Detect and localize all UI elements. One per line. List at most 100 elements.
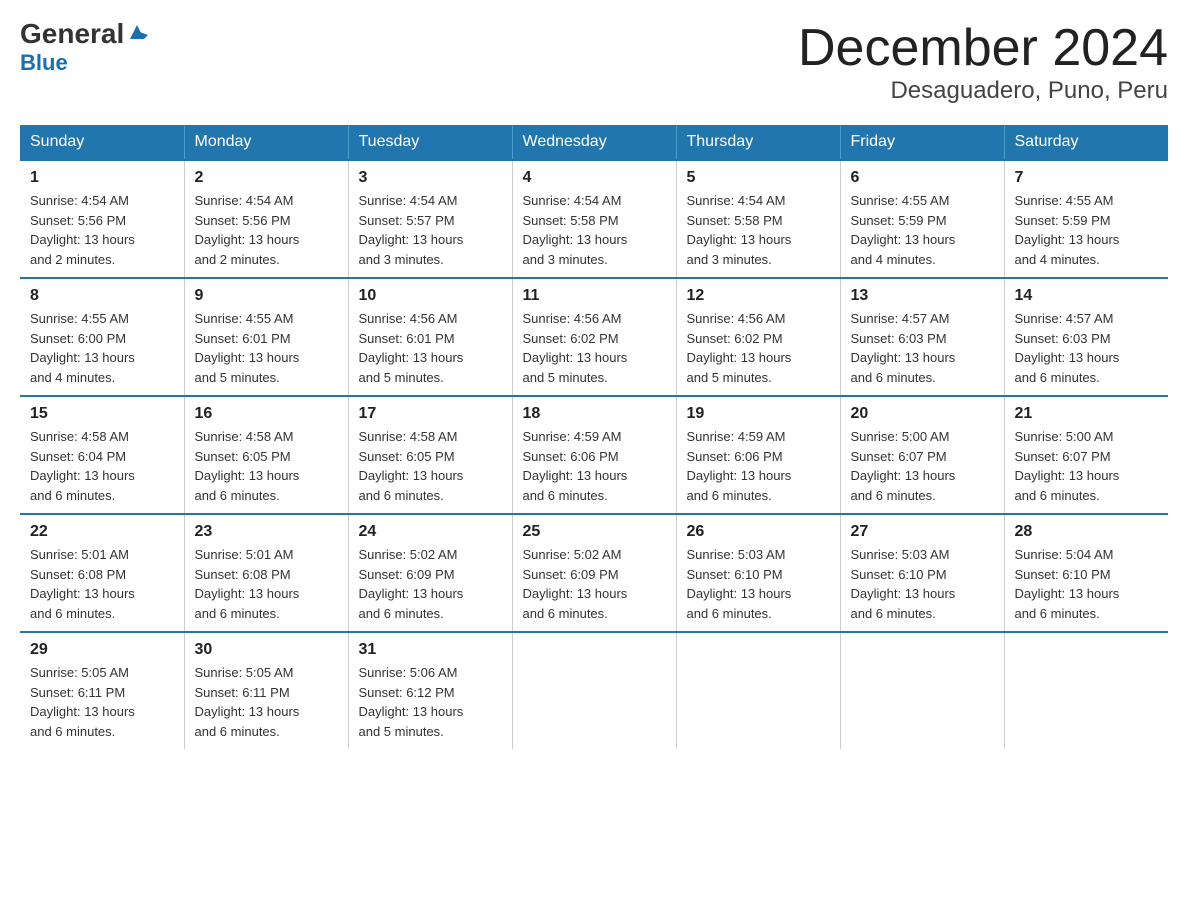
day-info: Sunrise: 4:54 AM Sunset: 5:58 PM Dayligh…	[687, 191, 830, 269]
day-number: 6	[851, 169, 994, 187]
calendar-cell: 28 Sunrise: 5:04 AM Sunset: 6:10 PM Dayl…	[1004, 514, 1168, 632]
day-number: 4	[523, 169, 666, 187]
logo-name: General	[20, 20, 124, 48]
calendar-cell: 14 Sunrise: 4:57 AM Sunset: 6:03 PM Dayl…	[1004, 278, 1168, 396]
day-number: 5	[687, 169, 830, 187]
day-number: 3	[359, 169, 502, 187]
day-info: Sunrise: 5:02 AM Sunset: 6:09 PM Dayligh…	[359, 545, 502, 623]
calendar-cell: 29 Sunrise: 5:05 AM Sunset: 6:11 PM Dayl…	[20, 632, 184, 749]
day-number: 31	[359, 641, 502, 659]
calendar-cell: 25 Sunrise: 5:02 AM Sunset: 6:09 PM Dayl…	[512, 514, 676, 632]
day-info: Sunrise: 4:55 AM Sunset: 5:59 PM Dayligh…	[851, 191, 994, 269]
day-info: Sunrise: 4:58 AM Sunset: 6:05 PM Dayligh…	[359, 427, 502, 505]
day-info: Sunrise: 5:00 AM Sunset: 6:07 PM Dayligh…	[1015, 427, 1159, 505]
day-number: 22	[30, 523, 174, 541]
calendar-cell: 24 Sunrise: 5:02 AM Sunset: 6:09 PM Dayl…	[348, 514, 512, 632]
day-number: 13	[851, 287, 994, 305]
calendar-cell: 12 Sunrise: 4:56 AM Sunset: 6:02 PM Dayl…	[676, 278, 840, 396]
day-info: Sunrise: 4:56 AM Sunset: 6:01 PM Dayligh…	[359, 309, 502, 387]
day-info: Sunrise: 4:55 AM Sunset: 6:00 PM Dayligh…	[30, 309, 174, 387]
calendar-cell: 27 Sunrise: 5:03 AM Sunset: 6:10 PM Dayl…	[840, 514, 1004, 632]
day-info: Sunrise: 4:54 AM Sunset: 5:56 PM Dayligh…	[195, 191, 338, 269]
day-number: 21	[1015, 405, 1159, 423]
col-wednesday: Wednesday	[512, 125, 676, 160]
day-info: Sunrise: 4:58 AM Sunset: 6:05 PM Dayligh…	[195, 427, 338, 505]
logo-blue: Blue	[20, 50, 68, 76]
calendar-week-row: 22 Sunrise: 5:01 AM Sunset: 6:08 PM Dayl…	[20, 514, 1168, 632]
day-info: Sunrise: 4:56 AM Sunset: 6:02 PM Dayligh…	[523, 309, 666, 387]
calendar-week-row: 29 Sunrise: 5:05 AM Sunset: 6:11 PM Dayl…	[20, 632, 1168, 749]
col-saturday: Saturday	[1004, 125, 1168, 160]
day-info: Sunrise: 4:57 AM Sunset: 6:03 PM Dayligh…	[851, 309, 994, 387]
day-number: 1	[30, 169, 174, 187]
day-info: Sunrise: 4:54 AM Sunset: 5:57 PM Dayligh…	[359, 191, 502, 269]
day-info: Sunrise: 5:01 AM Sunset: 6:08 PM Dayligh…	[30, 545, 174, 623]
day-number: 9	[195, 287, 338, 305]
calendar-cell: 9 Sunrise: 4:55 AM Sunset: 6:01 PM Dayli…	[184, 278, 348, 396]
day-number: 15	[30, 405, 174, 423]
day-info: Sunrise: 4:58 AM Sunset: 6:04 PM Dayligh…	[30, 427, 174, 505]
page-header: General Blue December 2024 Desaguadero, …	[20, 20, 1168, 105]
calendar-week-row: 1 Sunrise: 4:54 AM Sunset: 5:56 PM Dayli…	[20, 160, 1168, 278]
calendar-cell: 20 Sunrise: 5:00 AM Sunset: 6:07 PM Dayl…	[840, 396, 1004, 514]
title-block: December 2024 Desaguadero, Puno, Peru	[798, 20, 1168, 105]
day-number: 17	[359, 405, 502, 423]
calendar-cell	[1004, 632, 1168, 749]
day-info: Sunrise: 4:54 AM Sunset: 5:58 PM Dayligh…	[523, 191, 666, 269]
col-monday: Monday	[184, 125, 348, 160]
day-info: Sunrise: 4:55 AM Sunset: 5:59 PM Dayligh…	[1015, 191, 1159, 269]
calendar-cell: 4 Sunrise: 4:54 AM Sunset: 5:58 PM Dayli…	[512, 160, 676, 278]
day-info: Sunrise: 5:05 AM Sunset: 6:11 PM Dayligh…	[30, 663, 174, 741]
day-info: Sunrise: 4:54 AM Sunset: 5:56 PM Dayligh…	[30, 191, 174, 269]
calendar-cell: 19 Sunrise: 4:59 AM Sunset: 6:06 PM Dayl…	[676, 396, 840, 514]
calendar-cell	[512, 632, 676, 749]
calendar-cell: 7 Sunrise: 4:55 AM Sunset: 5:59 PM Dayli…	[1004, 160, 1168, 278]
calendar-week-row: 15 Sunrise: 4:58 AM Sunset: 6:04 PM Dayl…	[20, 396, 1168, 514]
day-info: Sunrise: 5:03 AM Sunset: 6:10 PM Dayligh…	[687, 545, 830, 623]
calendar-cell: 31 Sunrise: 5:06 AM Sunset: 6:12 PM Dayl…	[348, 632, 512, 749]
calendar-cell	[840, 632, 1004, 749]
calendar-location: Desaguadero, Puno, Peru	[798, 77, 1168, 105]
day-info: Sunrise: 5:00 AM Sunset: 6:07 PM Dayligh…	[851, 427, 994, 505]
day-number: 11	[523, 287, 666, 305]
calendar-cell: 8 Sunrise: 4:55 AM Sunset: 6:00 PM Dayli…	[20, 278, 184, 396]
calendar-cell: 26 Sunrise: 5:03 AM Sunset: 6:10 PM Dayl…	[676, 514, 840, 632]
calendar-week-row: 8 Sunrise: 4:55 AM Sunset: 6:00 PM Dayli…	[20, 278, 1168, 396]
calendar-cell: 15 Sunrise: 4:58 AM Sunset: 6:04 PM Dayl…	[20, 396, 184, 514]
calendar-cell: 10 Sunrise: 4:56 AM Sunset: 6:01 PM Dayl…	[348, 278, 512, 396]
calendar-cell: 2 Sunrise: 4:54 AM Sunset: 5:56 PM Dayli…	[184, 160, 348, 278]
day-number: 19	[687, 405, 830, 423]
day-number: 26	[687, 523, 830, 541]
day-number: 27	[851, 523, 994, 541]
calendar-cell: 23 Sunrise: 5:01 AM Sunset: 6:08 PM Dayl…	[184, 514, 348, 632]
calendar-cell: 13 Sunrise: 4:57 AM Sunset: 6:03 PM Dayl…	[840, 278, 1004, 396]
day-info: Sunrise: 5:02 AM Sunset: 6:09 PM Dayligh…	[523, 545, 666, 623]
day-info: Sunrise: 4:59 AM Sunset: 6:06 PM Dayligh…	[687, 427, 830, 505]
calendar-cell: 21 Sunrise: 5:00 AM Sunset: 6:07 PM Dayl…	[1004, 396, 1168, 514]
col-tuesday: Tuesday	[348, 125, 512, 160]
logo-icon	[126, 21, 148, 43]
calendar-cell: 1 Sunrise: 4:54 AM Sunset: 5:56 PM Dayli…	[20, 160, 184, 278]
day-number: 23	[195, 523, 338, 541]
day-number: 29	[30, 641, 174, 659]
day-number: 24	[359, 523, 502, 541]
day-number: 8	[30, 287, 174, 305]
day-info: Sunrise: 5:03 AM Sunset: 6:10 PM Dayligh…	[851, 545, 994, 623]
calendar-title: December 2024	[798, 20, 1168, 77]
day-number: 14	[1015, 287, 1159, 305]
calendar-cell: 5 Sunrise: 4:54 AM Sunset: 5:58 PM Dayli…	[676, 160, 840, 278]
day-info: Sunrise: 4:56 AM Sunset: 6:02 PM Dayligh…	[687, 309, 830, 387]
day-number: 30	[195, 641, 338, 659]
day-number: 10	[359, 287, 502, 305]
calendar-cell: 22 Sunrise: 5:01 AM Sunset: 6:08 PM Dayl…	[20, 514, 184, 632]
day-number: 12	[687, 287, 830, 305]
calendar-cell: 16 Sunrise: 4:58 AM Sunset: 6:05 PM Dayl…	[184, 396, 348, 514]
calendar-cell: 17 Sunrise: 4:58 AM Sunset: 6:05 PM Dayl…	[348, 396, 512, 514]
col-sunday: Sunday	[20, 125, 184, 160]
calendar-table: Sunday Monday Tuesday Wednesday Thursday…	[20, 125, 1168, 749]
day-info: Sunrise: 4:57 AM Sunset: 6:03 PM Dayligh…	[1015, 309, 1159, 387]
day-info: Sunrise: 5:04 AM Sunset: 6:10 PM Dayligh…	[1015, 545, 1159, 623]
day-number: 25	[523, 523, 666, 541]
day-number: 16	[195, 405, 338, 423]
day-info: Sunrise: 5:05 AM Sunset: 6:11 PM Dayligh…	[195, 663, 338, 741]
